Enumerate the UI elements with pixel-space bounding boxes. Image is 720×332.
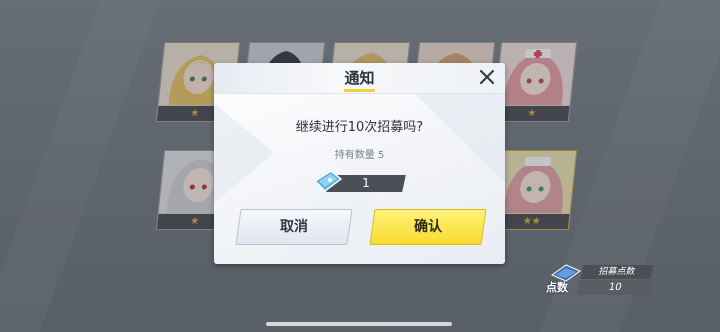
cancel-button-label: 取消 <box>280 219 308 235</box>
recruit-ticket-icon <box>313 170 343 192</box>
close-icon <box>479 69 495 85</box>
cost-value: 1 <box>362 176 370 190</box>
home-indicator[interactable] <box>266 322 452 326</box>
confirm-button[interactable]: 确认 <box>369 209 487 245</box>
dialog-title: 通知 <box>344 69 375 87</box>
confirm-dialog: 通知 继续进行10次招募吗? 持有数量 5 1 取消 确认 <box>214 63 505 264</box>
cancel-button[interactable]: 取消 <box>235 209 353 245</box>
close-button[interactable] <box>477 67 497 87</box>
title-underline <box>344 89 375 92</box>
holding-count: 持有数量 5 <box>334 150 385 161</box>
recruit-points-value: 10 <box>576 280 654 295</box>
recruit-points-panel: 招募点数 10 点数 <box>544 264 654 297</box>
confirm-button-label: 确认 <box>414 219 442 235</box>
recruit-points-label: 招募点数 <box>580 265 654 279</box>
dialog-message: 继续进行10次招募吗? <box>295 120 424 135</box>
game-screen: ★ ★ ★ ★★ 通知 继续进行10次招募吗? 持有数量 5 1 取消 确认 招… <box>0 0 720 332</box>
recruit-points-unit: 点数 <box>546 281 568 294</box>
